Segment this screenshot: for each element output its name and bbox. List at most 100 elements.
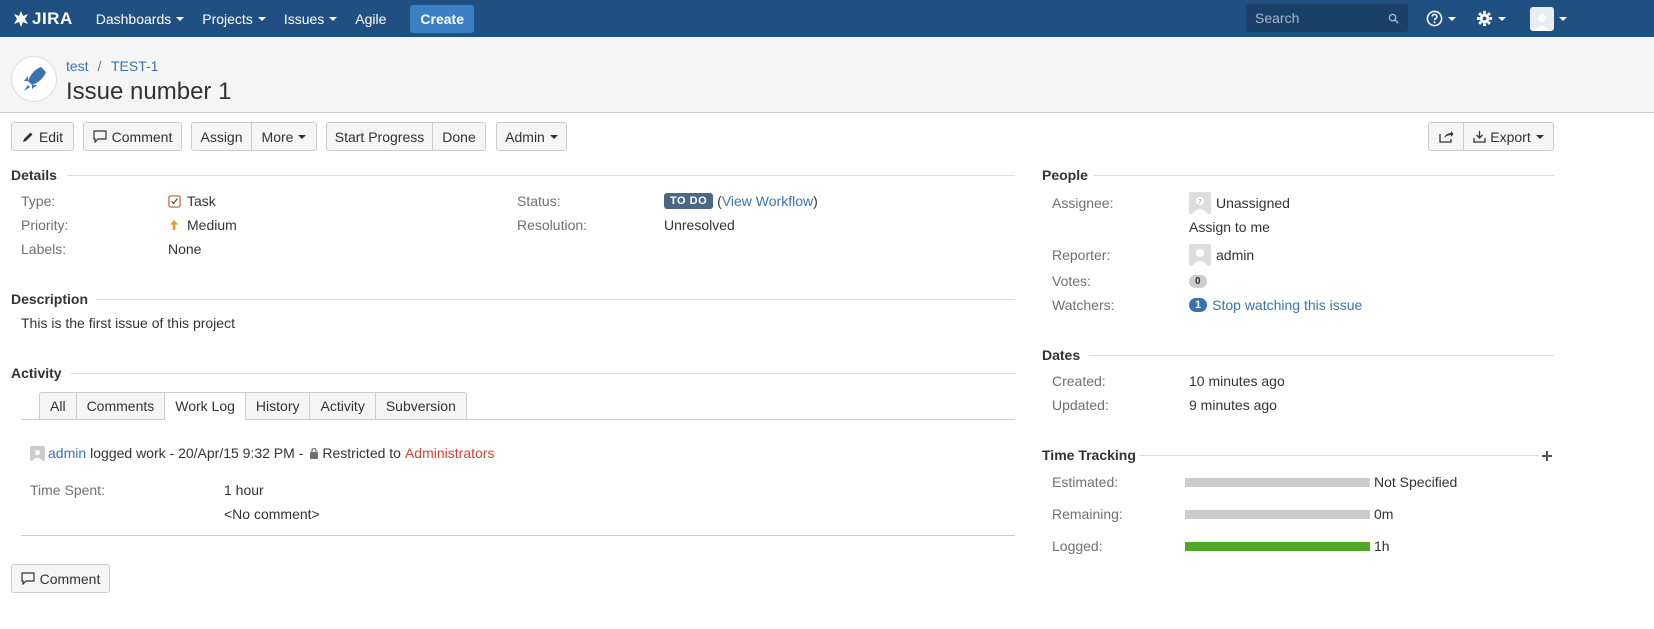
tab-history[interactable]: History — [245, 392, 311, 420]
labels-label: Labels: — [21, 241, 67, 257]
tab-work-log[interactable]: Work Log — [165, 392, 246, 420]
logged-label: Logged: — [1052, 538, 1103, 554]
stop-watching-link[interactable]: Stop watching this issue — [1212, 297, 1362, 313]
people-divider — [1094, 175, 1554, 176]
breadcrumb-project-link[interactable]: test — [66, 58, 89, 74]
assign-label: Assign — [200, 128, 243, 145]
worklog-divider — [21, 535, 1015, 536]
worklog-restricted: Restricted to — [322, 445, 401, 461]
resolution-value: Unresolved — [664, 217, 735, 233]
worklog-entry-header: admin logged work - 20/Apr/15 9:32 PM - … — [30, 445, 494, 461]
chevron-down-icon — [1448, 17, 1456, 21]
start-progress-label: Start Progress — [334, 128, 425, 145]
chevron-down-icon — [329, 17, 338, 21]
nav-projects-label: Projects — [202, 10, 253, 27]
search-placeholder: Search — [1255, 10, 1300, 26]
jira-logo-icon — [14, 10, 28, 27]
worklog-action: logged work - 20/Apr/15 9:32 PM - — [90, 445, 304, 461]
task-icon — [168, 194, 181, 208]
created-value: 10 minutes ago — [1189, 373, 1285, 389]
share-button[interactable] — [1428, 122, 1464, 151]
create-button[interactable]: Create — [410, 4, 475, 33]
nav-issues[interactable]: Issues — [275, 0, 346, 37]
pencil-icon — [22, 132, 33, 142]
admin-button[interactable]: Admin — [496, 122, 567, 151]
dates-heading: Dates — [1042, 347, 1081, 363]
people-heading: People — [1042, 167, 1088, 183]
tab-all[interactable]: All — [39, 392, 77, 420]
description-text[interactable]: This is the first issue of this project — [21, 315, 235, 331]
view-workflow-link[interactable]: View Workflow — [722, 193, 813, 209]
reporter-value: admin — [1189, 244, 1254, 266]
project-avatar[interactable] — [11, 56, 57, 102]
share-icon — [1438, 131, 1453, 143]
issue-toolbar: Edit Comment Assign More Start Progress … — [11, 122, 1654, 152]
votes-label: Votes: — [1052, 273, 1091, 289]
type-label: Type: — [21, 193, 56, 209]
top-navigation: JIRA Dashboards Projects Issues Agile Cr… — [0, 0, 1654, 37]
chevron-down-icon — [257, 17, 266, 21]
worklog-user-link[interactable]: admin — [48, 445, 86, 461]
nav-dashboards[interactable]: Dashboards — [87, 0, 194, 37]
tab-activity[interactable]: Activity — [310, 392, 376, 420]
issue-header: test / TEST-1 Issue number 1 — [0, 37, 1654, 113]
chevron-down-icon — [549, 135, 558, 139]
admin-label: Admin — [505, 128, 545, 145]
assignee-text: Unassigned — [1216, 195, 1290, 211]
export-label: Export — [1490, 128, 1531, 145]
tab-comments-label: Comments — [86, 398, 155, 414]
help-menu[interactable] — [1426, 10, 1456, 27]
resolution-label: Resolution: — [517, 217, 588, 233]
votes-value[interactable]: 0 — [1189, 275, 1207, 288]
tab-comments[interactable]: Comments — [76, 392, 166, 420]
activity-divider — [71, 373, 1015, 374]
remaining-value: 0m — [1374, 506, 1394, 522]
bottom-comment-label: Comment — [39, 570, 101, 587]
breadcrumb-issue-link[interactable]: TEST-1 — [111, 58, 158, 74]
search-input[interactable]: Search — [1246, 4, 1408, 32]
plus-icon — [1542, 451, 1552, 461]
more-label: More — [261, 128, 294, 145]
assign-button[interactable]: Assign — [191, 122, 252, 151]
worklog-restricted-group: Administrators — [404, 445, 495, 461]
reporter-text: admin — [1216, 247, 1255, 263]
comment-button[interactable]: Comment — [83, 122, 182, 151]
nav-agile[interactable]: Agile — [346, 0, 395, 37]
logo-text: JIRA — [32, 8, 73, 28]
done-button[interactable]: Done — [432, 122, 486, 151]
jira-logo[interactable]: JIRA — [12, 9, 73, 29]
details-divider — [67, 175, 1015, 176]
dates-divider — [1089, 355, 1554, 356]
tab-subversion[interactable]: Subversion — [375, 392, 467, 420]
watchers-count-badge[interactable]: 1 — [1189, 298, 1208, 312]
export-button[interactable]: Export — [1463, 122, 1554, 151]
more-button[interactable]: More — [251, 122, 317, 151]
chevron-down-icon — [176, 17, 185, 21]
updated-value: 9 minutes ago — [1189, 397, 1277, 413]
user-avatar-icon — [1189, 244, 1211, 266]
user-menu[interactable] — [1530, 6, 1567, 31]
start-progress-button[interactable]: Start Progress — [326, 122, 433, 151]
add-worklog-button[interactable] — [1541, 449, 1553, 465]
type-value: Task — [168, 193, 216, 209]
lock-icon — [310, 447, 319, 459]
chevron-down-icon — [1535, 135, 1544, 139]
activity-tabs: All Comments Work Log History Activity S… — [39, 392, 467, 420]
user-avatar-icon — [1530, 6, 1554, 31]
tab-all-label: All — [50, 398, 66, 414]
watchers-label: Watchers: — [1052, 297, 1115, 313]
updated-label: Updated: — [1052, 397, 1109, 413]
estimated-label: Estimated: — [1052, 474, 1119, 490]
breadcrumb-separator: / — [97, 58, 102, 74]
gear-icon — [1476, 10, 1493, 27]
breadcrumb: test / TEST-1 — [66, 58, 158, 74]
time-tracking-divider — [1139, 455, 1539, 456]
priority-value: Medium — [168, 217, 237, 233]
bottom-comment-button[interactable]: Comment — [11, 564, 110, 593]
assign-to-me-link[interactable]: Assign to me — [1189, 219, 1270, 235]
settings-menu[interactable] — [1476, 10, 1506, 27]
nav-projects[interactable]: Projects — [193, 0, 275, 37]
rocket-icon — [24, 67, 46, 91]
chevron-down-icon — [1559, 17, 1567, 21]
edit-button[interactable]: Edit — [11, 122, 74, 151]
